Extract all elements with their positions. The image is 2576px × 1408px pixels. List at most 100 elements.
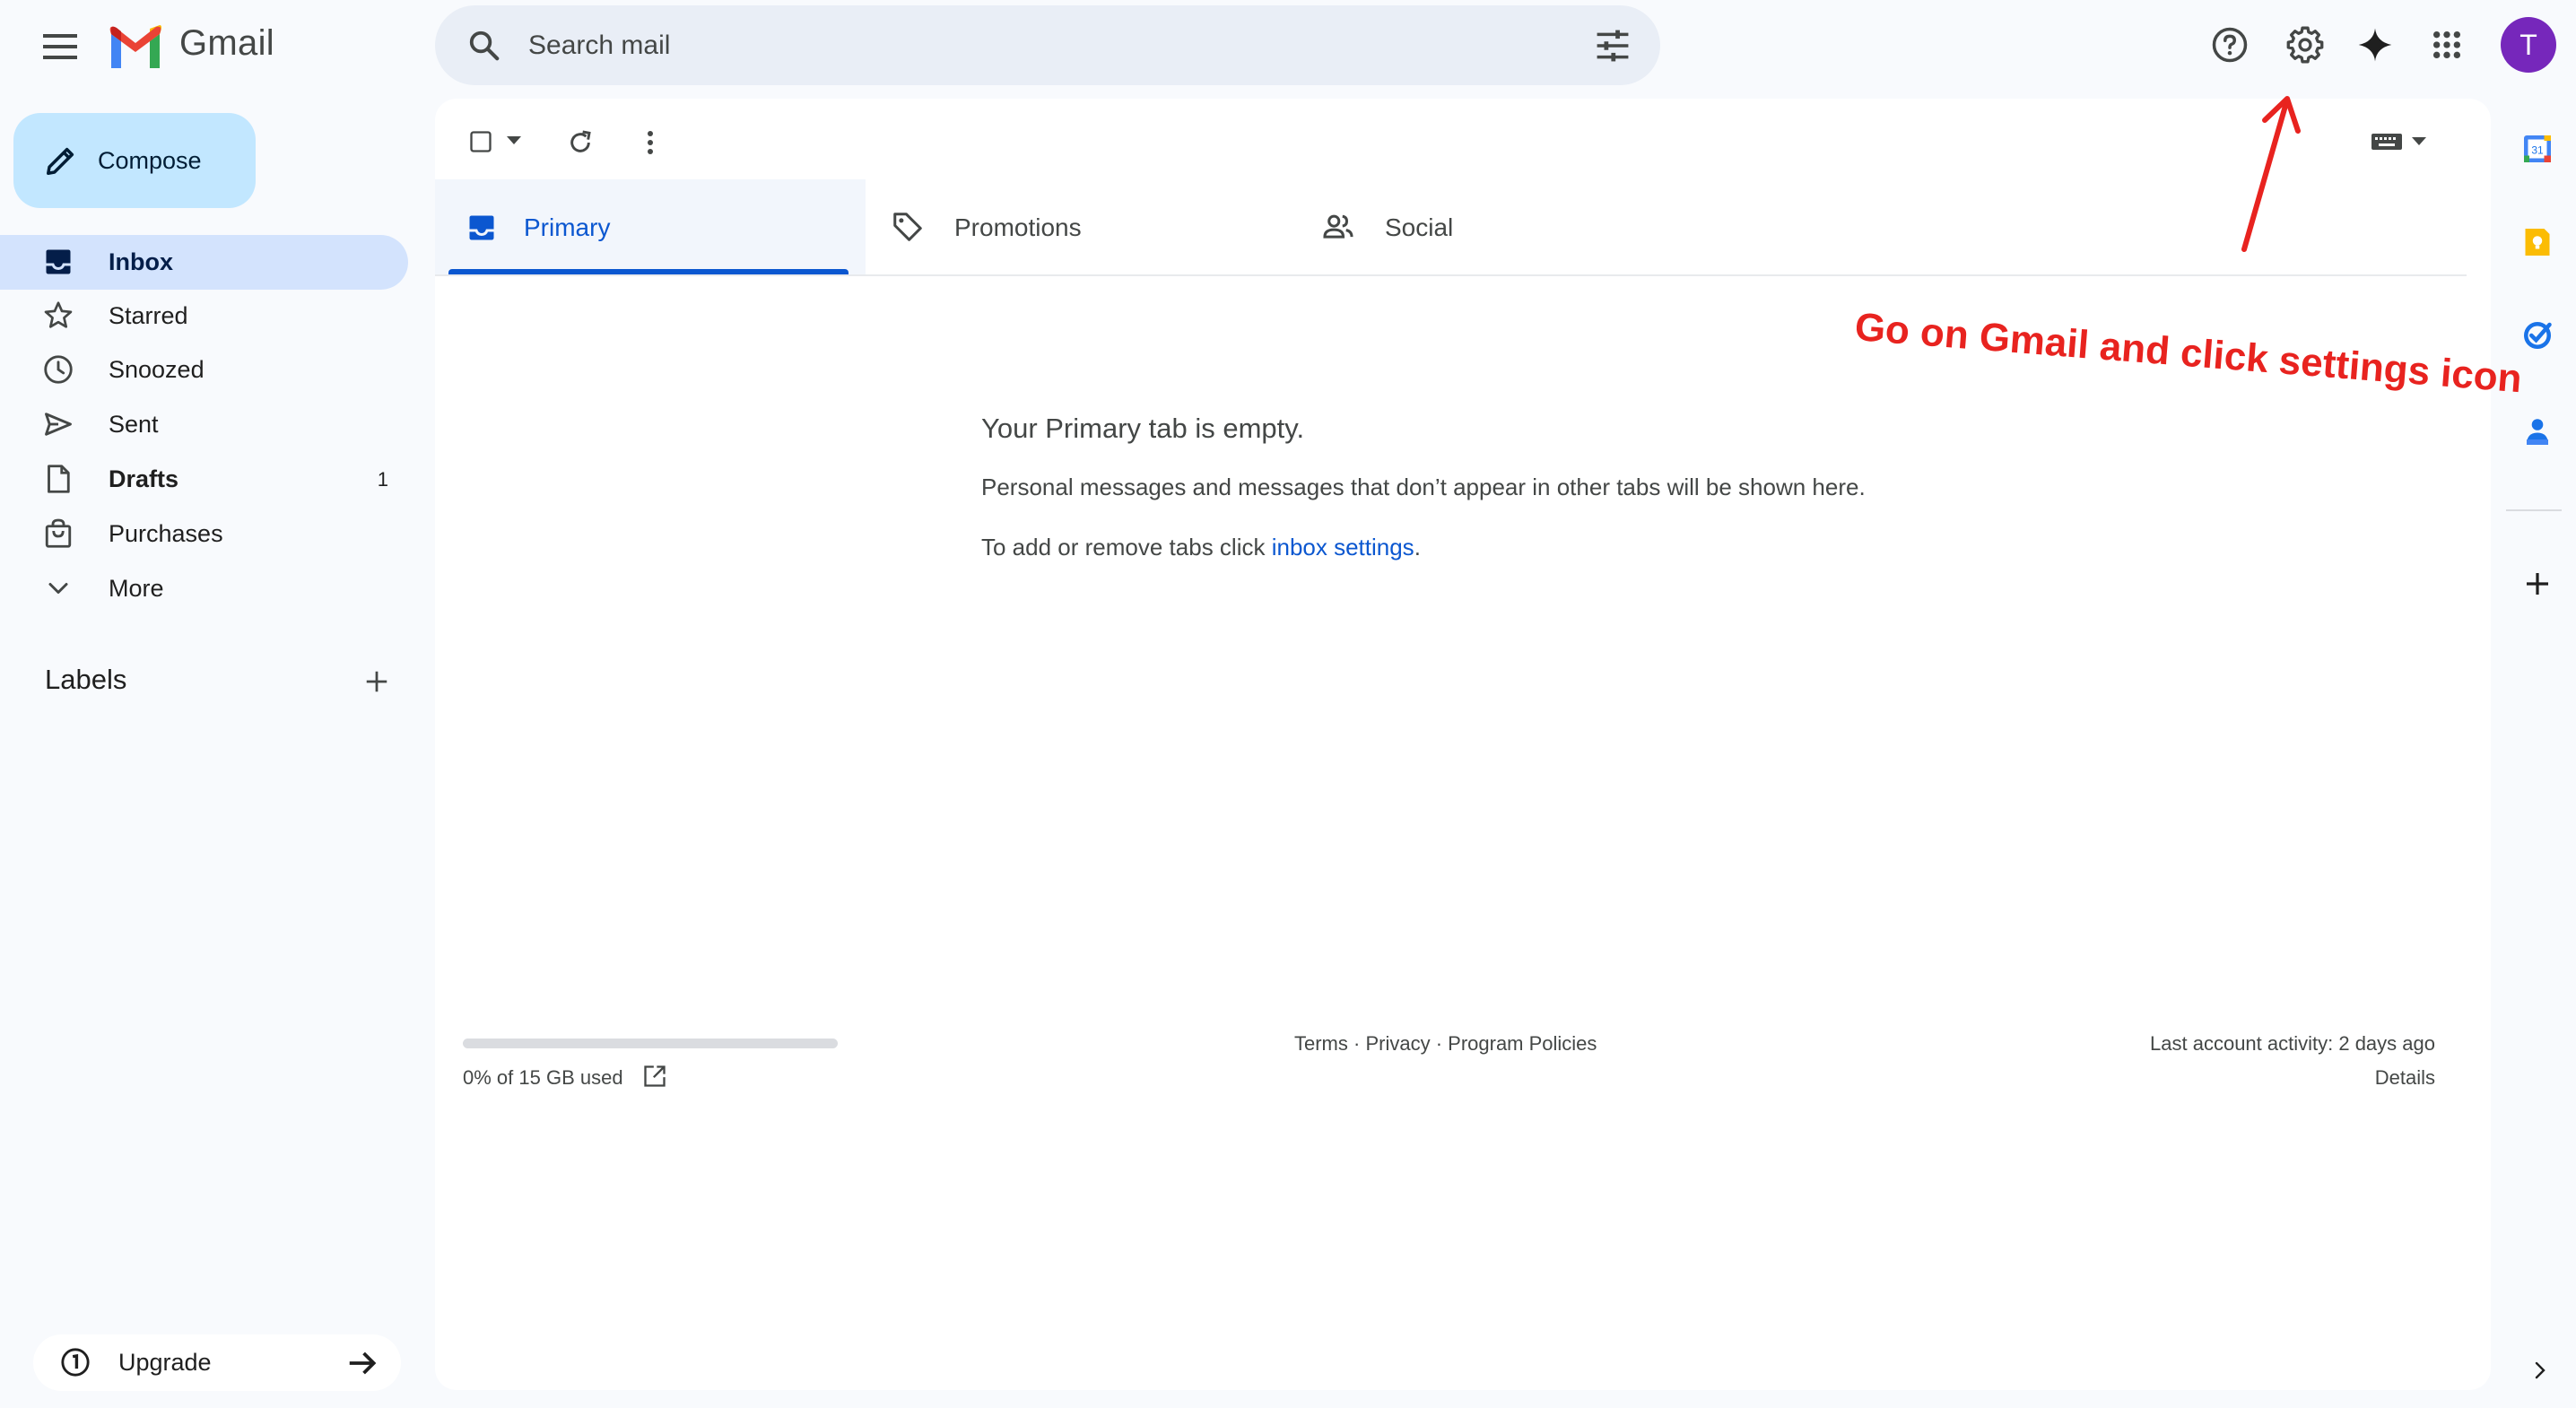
filter-sliders-icon — [1597, 30, 1629, 62]
get-addons-button[interactable] — [2514, 561, 2561, 607]
annotation-arrow — [2241, 96, 2301, 252]
create-label-button[interactable] — [355, 660, 398, 703]
refresh-icon — [570, 130, 591, 152]
more-actions-button[interactable] — [628, 120, 673, 165]
inbox-settings-link[interactable]: inbox settings — [1272, 534, 1414, 561]
storage-usage-bar — [463, 1039, 838, 1048]
sidebar-item-label: Purchases — [109, 520, 223, 547]
svg-text:31: 31 — [2531, 143, 2544, 156]
main-menu-button[interactable] — [33, 20, 87, 74]
sidebar-item-label: More — [109, 575, 164, 602]
privacy-link[interactable]: Privacy — [1365, 1032, 1430, 1055]
checkbox-icon — [470, 131, 492, 152]
calendar-app-button[interactable]: 31 — [2514, 126, 2561, 172]
compose-button[interactable]: Compose — [13, 113, 256, 208]
shopping-bag-icon — [45, 518, 72, 548]
footer-separator: · — [1347, 1032, 1366, 1055]
tasks-check-icon — [2524, 322, 2552, 349]
people-icon — [1323, 214, 1353, 239]
plus-icon — [366, 671, 387, 692]
star-icon — [44, 301, 73, 328]
vertical-dots-icon — [648, 131, 653, 154]
contacts-app-button[interactable] — [2514, 408, 2561, 455]
sidebar-item-label: Inbox — [109, 248, 173, 275]
sidebar-item-purchases[interactable]: Purchases — [0, 507, 408, 561]
tab-label: Promotions — [954, 213, 1082, 241]
caret-down-icon — [507, 136, 521, 144]
keep-app-button[interactable] — [2514, 219, 2561, 265]
activity-details-link[interactable]: Details — [2375, 1066, 2435, 1090]
inbox-icon — [469, 215, 494, 240]
avatar-initial: T — [2519, 28, 2537, 61]
google-apps-button[interactable] — [2422, 20, 2472, 70]
calendar-icon: 31 — [2524, 135, 2551, 162]
last-account-activity: Last account activity: 2 days ago — [2150, 1032, 2435, 1055]
refresh-button[interactable] — [558, 120, 603, 165]
plus-icon — [2527, 573, 2548, 595]
empty-state-hint: To add or remove tabs click inbox settin… — [981, 534, 1421, 561]
sidebar-item-starred[interactable]: Starred — [0, 289, 408, 343]
sidebar-item-snoozed[interactable]: Snoozed — [0, 343, 408, 397]
caret-down-icon — [2412, 137, 2426, 145]
tab-social[interactable]: Social — [1296, 179, 1727, 275]
tab-primary[interactable]: Primary — [435, 179, 866, 275]
footer-links: Terms · Privacy · Program Policies — [1294, 1032, 1597, 1056]
terms-link[interactable]: Terms — [1294, 1032, 1348, 1055]
chevron-right-icon — [2535, 1361, 2546, 1379]
gear-icon — [2286, 26, 2324, 64]
tasks-app-button[interactable] — [2514, 312, 2561, 359]
apps-grid-icon — [2432, 30, 2461, 59]
select-all-checkbox[interactable] — [461, 122, 500, 161]
sidebar-item-label: Snoozed — [109, 356, 205, 383]
settings-button[interactable] — [2280, 20, 2330, 70]
help-icon — [2212, 27, 2248, 63]
gmail-wordmark[interactable]: Gmail — [179, 23, 274, 64]
chevron-down-icon — [48, 583, 68, 594]
tab-label: Primary — [524, 213, 611, 241]
upgrade-icon — [61, 1348, 90, 1377]
sidebar-item-inbox[interactable]: Inbox — [0, 235, 408, 290]
main-panel — [435, 99, 2491, 1390]
empty-state-description: Personal messages and messages that don’… — [981, 474, 1866, 500]
draft-icon — [48, 465, 70, 493]
footer-separator: · — [1430, 1032, 1449, 1055]
inbox-icon — [46, 249, 71, 274]
storage-usage-text[interactable]: 0% of 15 GB used — [463, 1066, 623, 1090]
account-avatar[interactable]: T — [2501, 17, 2556, 73]
keep-notes-icon — [2525, 229, 2550, 256]
show-side-panel-button[interactable] — [2520, 1351, 2560, 1390]
gmail-logo-icon — [109, 25, 161, 68]
contacts-person-icon — [2527, 419, 2548, 445]
tab-label: Social — [1385, 213, 1454, 241]
sidebar-item-label: Drafts — [109, 465, 179, 492]
gemini-button[interactable] — [2350, 20, 2400, 70]
sidebar-item-more[interactable]: More — [0, 561, 408, 616]
search-bar[interactable] — [435, 5, 1660, 85]
tag-icon — [893, 213, 922, 241]
sparkle-icon — [2358, 28, 2392, 62]
input-tools-button[interactable] — [2364, 122, 2432, 161]
manage-storage-button[interactable] — [639, 1060, 671, 1092]
tab-promotions[interactable]: Promotions — [866, 179, 1296, 275]
compose-label: Compose — [98, 146, 202, 174]
keyboard-icon — [2371, 134, 2402, 150]
tabs-divider — [435, 274, 2467, 276]
sidebar-item-label: Starred — [109, 302, 188, 329]
gmail-logo[interactable] — [108, 25, 163, 68]
search-input[interactable] — [528, 5, 1515, 85]
program-policies-link[interactable]: Program Policies — [1448, 1032, 1597, 1055]
search-button[interactable] — [460, 22, 509, 70]
search-options-button[interactable] — [1590, 23, 1635, 68]
open-in-new-icon — [644, 1065, 666, 1087]
select-options-dropdown[interactable] — [500, 127, 527, 154]
labels-heading: Labels — [45, 664, 127, 695]
upgrade-button[interactable]: Upgrade — [33, 1334, 401, 1391]
support-button[interactable] — [2205, 20, 2255, 70]
upgrade-label: Upgrade — [118, 1349, 212, 1376]
empty-state-title: Your Primary tab is empty. — [981, 413, 1305, 444]
sidebar-item-sent[interactable]: Sent — [0, 397, 408, 452]
empty-hint-prefix: To add or remove tabs click — [981, 534, 1272, 561]
sidebar-item-label: Sent — [109, 411, 159, 438]
sidebar-item-drafts[interactable]: Drafts 1 — [0, 452, 408, 507]
hamburger-menu-icon — [43, 34, 77, 59]
